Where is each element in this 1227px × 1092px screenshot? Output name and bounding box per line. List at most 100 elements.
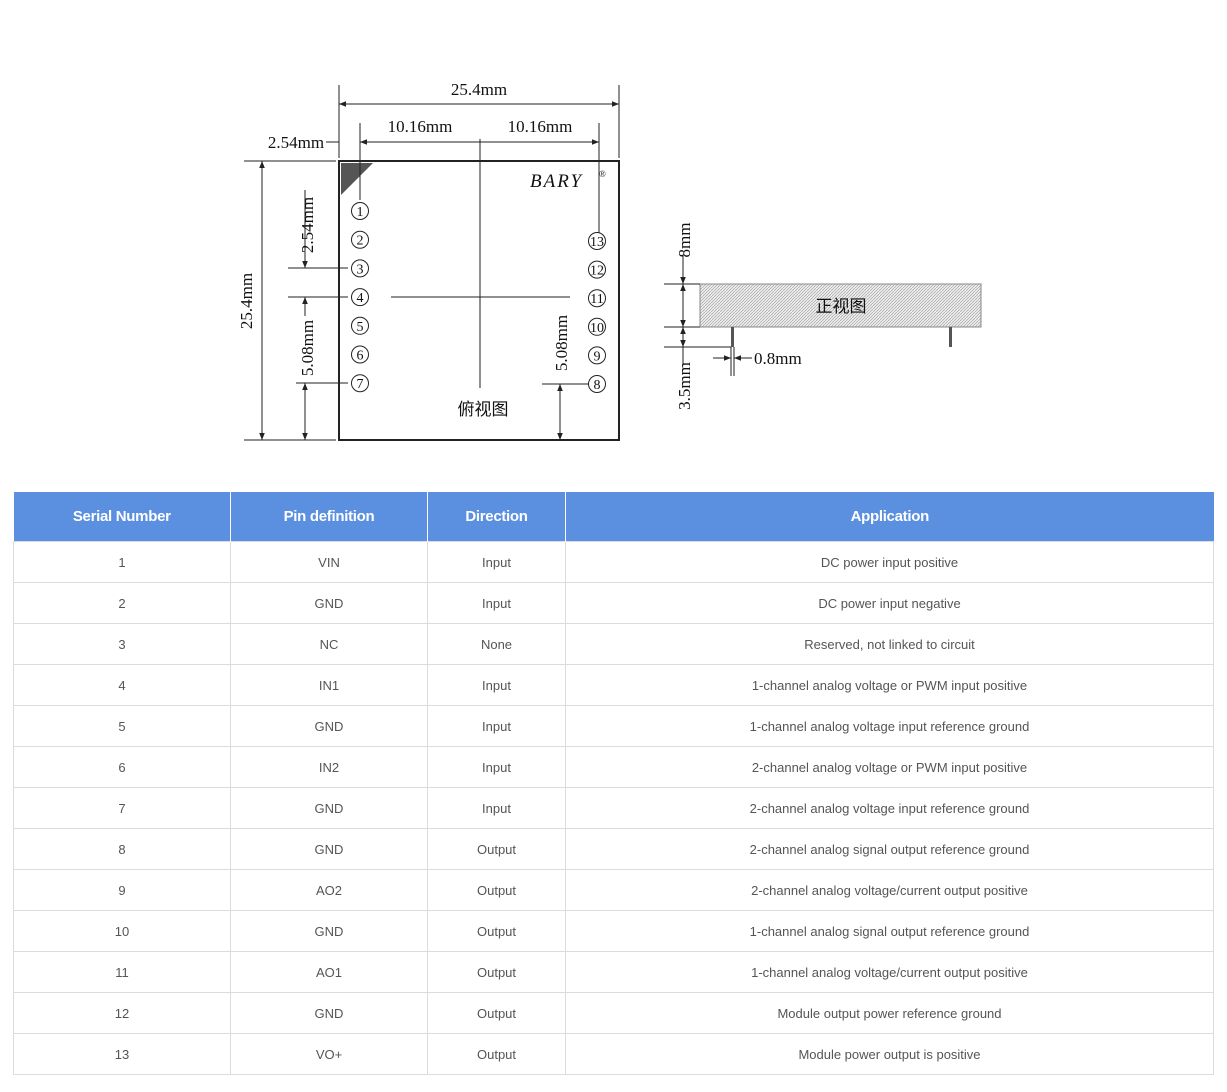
serial-cell: 5 — [13, 705, 231, 747]
pin-definition-cell: GND — [230, 910, 428, 952]
application-cell: 2-channel analog signal output reference… — [565, 828, 1214, 870]
pin-number-label: 2 — [357, 234, 364, 249]
direction-cell: Input — [427, 746, 566, 788]
direction-cell: Output — [427, 910, 566, 952]
application-cell: DC power input positive — [565, 541, 1214, 583]
pin-number-label: 11 — [590, 292, 603, 307]
application-cell: DC power input negative — [565, 582, 1214, 624]
header-serial-number: Serial Number — [13, 492, 231, 542]
dim-pitch-label: 2.54mm — [298, 197, 317, 253]
pin-definition-cell: AO2 — [230, 869, 428, 911]
table-row: 10 GND Output 1-channel analog signal outpu… — [13, 910, 1214, 952]
top-view-label: 俯视图 — [458, 400, 509, 419]
serial-cell: 10 — [13, 910, 231, 952]
application-cell: 2-channel analog voltage/current output … — [565, 869, 1214, 911]
application-cell: 2-channel analog voltage input reference… — [565, 787, 1214, 829]
serial-cell: 13 — [13, 1033, 231, 1075]
application-cell: 2-channel analog voltage or PWM input po… — [565, 746, 1214, 788]
pin-number-label: 10 — [590, 321, 604, 336]
pin-number-label: 8 — [594, 378, 601, 393]
pin-side-left — [731, 327, 734, 347]
dim-pin-length-label: 3.5mm — [675, 362, 694, 410]
table-row: 11 AO1 Output 1-channel analog voltage/curr… — [13, 951, 1214, 993]
dim-half-left-label: 10.16mm — [388, 117, 453, 136]
brand-logo: BARY — [530, 171, 583, 192]
pin-definition-table: Serial Number Pin definition Direction A… — [13, 492, 1214, 1075]
dim-pin-width-label: 0.8mm — [754, 349, 802, 368]
pin-number-label: 4 — [357, 291, 364, 306]
dim-module-height-label: 8mm — [675, 223, 694, 258]
dim-width-label: 25.4mm — [451, 80, 507, 99]
table-row: 6 IN2 Input 2-channel analog voltage or PWM… — [13, 746, 1214, 788]
serial-cell: 11 — [13, 951, 231, 993]
direction-cell: Input — [427, 541, 566, 583]
table-row: 9 AO2 Output 2-channel analog voltage/curre… — [13, 869, 1214, 911]
application-cell: 1-channel analog voltage input reference… — [565, 705, 1214, 747]
pin-number-label: 5 — [357, 320, 364, 335]
pin-definition-cell: VO+ — [230, 1033, 428, 1075]
direction-cell: Output — [427, 992, 566, 1034]
pin-definition-cell: GND — [230, 705, 428, 747]
application-cell: Module output power reference ground — [565, 992, 1214, 1034]
serial-cell: 8 — [13, 828, 231, 870]
application-cell: 1-channel analog voltage/current output … — [565, 951, 1214, 993]
table-row: 7 GND Input 2-channel analog voltage input … — [13, 787, 1214, 829]
pin-definition-cell: GND — [230, 992, 428, 1034]
table-row: 4 IN1 Input 1-channel analog voltage or PWM… — [13, 664, 1214, 706]
pin-number-label: 7 — [357, 377, 364, 392]
table-row: 8 GND Output 2-channel analog signal output… — [13, 828, 1214, 870]
pin-definition-cell: IN2 — [230, 746, 428, 788]
pin-definition-cell: NC — [230, 623, 428, 665]
registered-mark: ® — [599, 169, 606, 179]
serial-cell: 12 — [13, 992, 231, 1034]
direction-cell: Input — [427, 705, 566, 747]
pin-number-label: 13 — [590, 235, 604, 250]
direction-cell: Input — [427, 787, 566, 829]
serial-cell: 2 — [13, 582, 231, 624]
pin-number-label: 12 — [590, 264, 604, 279]
table-header-row: Serial Number Pin definition Direction A… — [13, 492, 1214, 542]
pin-side-right — [949, 327, 952, 347]
application-cell: 1-channel analog signal output reference… — [565, 910, 1214, 952]
pin-definition-cell: AO1 — [230, 951, 428, 993]
serial-cell: 9 — [13, 869, 231, 911]
pin-definition-cell: GND — [230, 582, 428, 624]
table-row: 2 GND Input DC power input negative — [13, 582, 1214, 624]
module-dimension-drawing: 25.4mm 10.16mm 10.16mm 2.54mm 25.4mm 2.5… — [237, 80, 982, 441]
pin-number-label: 1 — [357, 205, 364, 220]
pin-number-label: 6 — [357, 349, 364, 364]
table-row: 12 GND Output Module output power reference… — [13, 992, 1214, 1034]
pin-definition-cell: GND — [230, 787, 428, 829]
table-row: 5 GND Input 1-channel analog voltage input … — [13, 705, 1214, 747]
serial-cell: 3 — [13, 623, 231, 665]
header-application: Application — [565, 492, 1214, 542]
dim-right-gap-label: 5.08mm — [552, 315, 571, 371]
application-cell: Reserved, not linked to circuit — [565, 623, 1214, 665]
pin-definition-cell: VIN — [230, 541, 428, 583]
serial-cell: 7 — [13, 787, 231, 829]
pin-definition-cell: GND — [230, 828, 428, 870]
direction-cell: Output — [427, 869, 566, 911]
direction-cell: Input — [427, 664, 566, 706]
header-direction: Direction — [427, 492, 566, 542]
pin-definition-cell: IN1 — [230, 664, 428, 706]
dim-left-gap-label: 5.08mm — [298, 320, 317, 376]
top-view: 25.4mm 10.16mm 10.16mm 2.54mm 25.4mm 2.5… — [237, 80, 620, 441]
table-row: 3 NC None Reserved, not linked to circuit — [13, 623, 1214, 665]
serial-cell: 1 — [13, 541, 231, 583]
table-row: 1 VIN Input DC power input positive — [13, 541, 1214, 583]
application-cell: 1-channel analog voltage or PWM input po… — [565, 664, 1214, 706]
dim-half-right-label: 10.16mm — [508, 117, 573, 136]
serial-cell: 6 — [13, 746, 231, 788]
front-view-label: 正视图 — [816, 297, 867, 316]
application-cell: Module power output is positive — [565, 1033, 1214, 1075]
front-view: 正视图 8mm 3.5mm 0.8mm — [664, 223, 982, 410]
direction-cell: None — [427, 623, 566, 665]
direction-cell: Output — [427, 828, 566, 870]
dim-height-label: 25.4mm — [237, 273, 256, 329]
direction-cell: Output — [427, 1033, 566, 1075]
pin-number-label: 9 — [594, 349, 601, 364]
serial-cell: 4 — [13, 664, 231, 706]
direction-cell: Output — [427, 951, 566, 993]
pin-number-label: 3 — [357, 262, 364, 277]
